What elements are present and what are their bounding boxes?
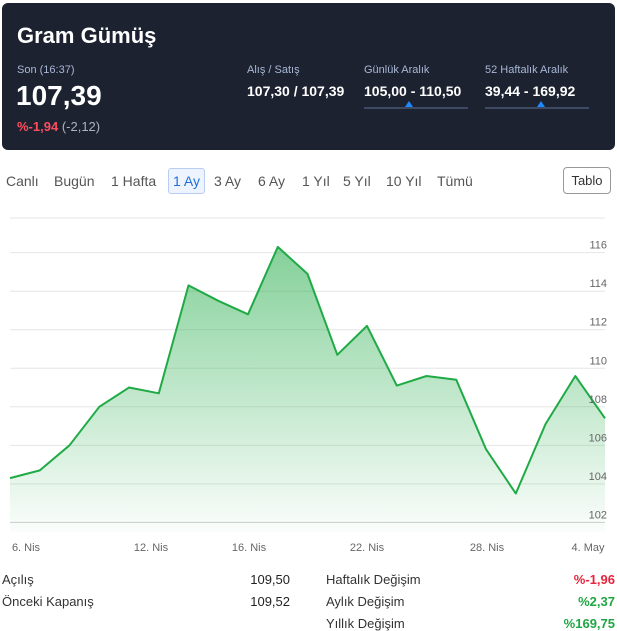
tab-3-ay[interactable]: 3 Ay — [214, 168, 241, 194]
x-tick-label: 4. May — [571, 542, 605, 554]
tab-6-ay[interactable]: 6 Ay — [258, 168, 285, 194]
daily-range-marker-icon — [404, 101, 413, 107]
tab-10-yil[interactable]: 10 Yıl — [386, 168, 422, 194]
tab-1-yil[interactable]: 1 Yıl — [302, 168, 330, 194]
instrument-title: Gram Gümüş — [17, 23, 157, 48]
bid-ask-value: 107,30 / 107,39 — [247, 83, 345, 99]
monthly-change-value: %2,37 — [578, 594, 615, 609]
week52-range-bar — [485, 101, 589, 109]
stat-row-yearly-change: Yıllık Değişim %169,75 — [326, 616, 615, 631]
tab-1-hafta[interactable]: 1 Hafta — [111, 168, 156, 194]
y-tick-label: 116 — [589, 240, 607, 252]
yearly-change-value: %169,75 — [563, 616, 615, 631]
daily-range-stat: Günlük Aralık 105,00 - 110,50 — [364, 64, 468, 109]
y-tick-label: 112 — [589, 317, 607, 329]
change-percent: %-1,94 — [17, 119, 59, 134]
bid-ask-stat: Alış / Satış 107,30 / 107,39 — [247, 64, 344, 99]
y-tick-label: 102 — [589, 509, 607, 521]
yearly-change-label: Yıllık Değişim — [326, 616, 405, 631]
stat-row-weekly-change: Haftalık Değişim %-1,96 — [326, 572, 615, 587]
week52-range-marker-icon — [537, 101, 546, 107]
prev-close-label: Önceki Kapanış — [2, 594, 94, 609]
y-tick-label: 110 — [589, 355, 607, 367]
stat-row-open: Açılış 109,50 — [2, 572, 290, 587]
stat-row-prev-close: Önceki Kapanış 109,52 — [2, 594, 290, 609]
weekly-change-value: %-1,96 — [573, 572, 615, 587]
y-axis: 102 104 106 108 110 112 114 116 — [589, 240, 607, 522]
instrument-header: Gram Gümüş Son (16:37) 107,39 %-1,94 (-2… — [2, 3, 615, 150]
chart-area-layer — [9, 245, 606, 532]
tab-tumu[interactable]: Tümü — [437, 168, 473, 194]
daily-range-bar — [364, 101, 468, 109]
tab-1-ay[interactable]: 1 Ay — [168, 168, 205, 194]
price-change: %-1,94 (-2,12) — [17, 119, 100, 134]
open-value: 109,50 — [250, 572, 290, 587]
prev-close-value: 109,52 — [250, 594, 290, 609]
y-tick-label: 114 — [589, 278, 607, 290]
stat-row-monthly-change: Aylık Değişim %2,37 — [326, 594, 615, 609]
x-tick-label: 6. Nis — [12, 542, 41, 554]
change-absolute: (-2,12) — [61, 119, 101, 134]
last-price: 107,39 — [16, 80, 102, 111]
bid-ask-label: Alış / Satış — [247, 64, 300, 76]
open-label: Açılış — [2, 572, 34, 587]
daily-range-value: 105,00 - 110,50 — [364, 83, 462, 99]
price-chart[interactable]: 102 104 106 108 110 112 114 116 6. Nis 12. Nis 16… — [0, 210, 617, 560]
week52-range-stat: 52 Haftalık Aralık 39,44 - 169,92 — [485, 64, 589, 109]
daily-range-label: Günlük Aralık — [364, 64, 430, 76]
tab-5-yil[interactable]: 5 Yıl — [343, 168, 371, 194]
x-tick-label: 28. Nis — [470, 542, 505, 554]
tab-bugun[interactable]: Bugün — [54, 168, 94, 194]
monthly-change-label: Aylık Değişim — [326, 594, 405, 609]
y-tick-label: 104 — [589, 471, 607, 483]
last-time-label: Son (16:37) — [17, 64, 75, 76]
y-tick-label: 108 — [589, 394, 607, 406]
week52-range-value: 39,44 - 169,92 — [485, 83, 576, 99]
x-axis: 6. Nis 12. Nis 16. Nis 22. Nis 28. Nis 4. May — [12, 542, 605, 554]
y-tick-label: 106 — [589, 432, 607, 444]
x-tick-label: 12. Nis — [134, 542, 169, 554]
price-area-fill — [10, 246, 605, 532]
week52-range-label: 52 Haftalık Aralık — [485, 64, 569, 76]
x-tick-label: 22. Nis — [350, 542, 385, 554]
weekly-change-label: Haftalık Değişim — [326, 572, 421, 587]
x-tick-label: 16. Nis — [232, 542, 267, 554]
tab-canli[interactable]: Canlı — [6, 168, 39, 194]
table-view-button[interactable]: Tablo — [563, 167, 611, 194]
